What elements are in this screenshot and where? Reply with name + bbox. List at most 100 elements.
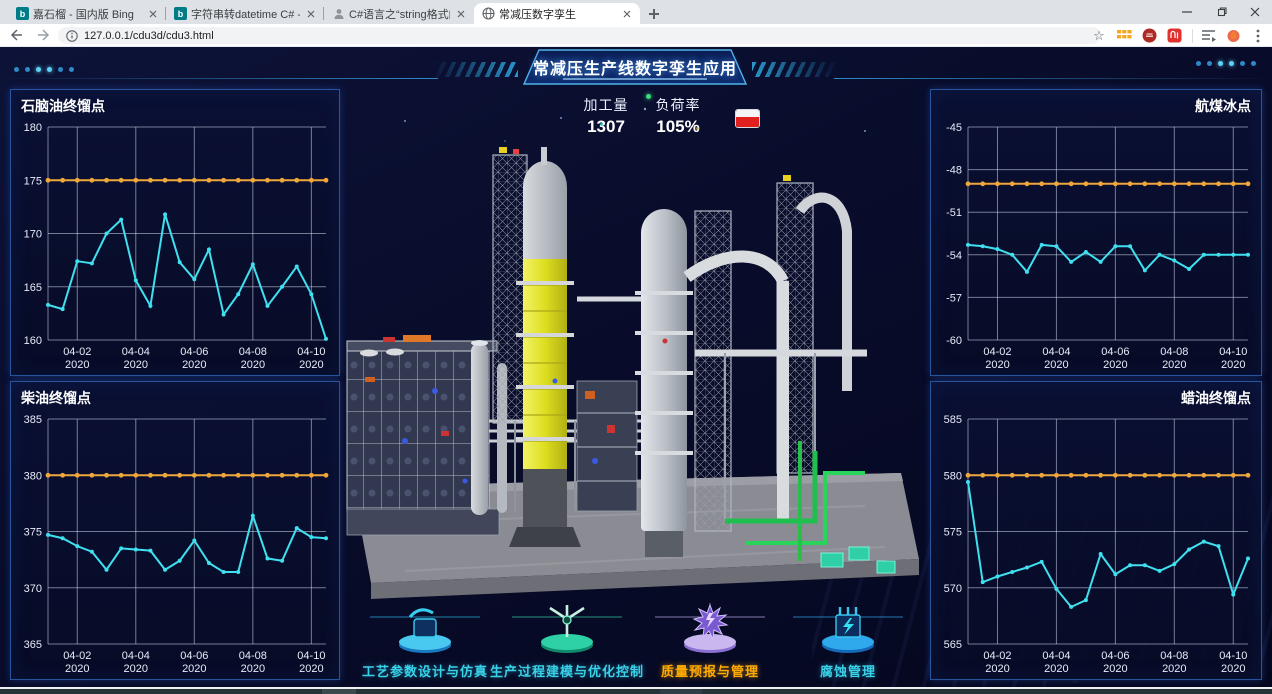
menu-kebab-icon[interactable]: [1247, 26, 1269, 46]
svg-text:-60: -60: [946, 335, 962, 347]
header-hatch-left: [432, 62, 518, 77]
extension-grid-icon[interactable]: [1113, 26, 1135, 46]
nav-item-corrosion-management[interactable]: 腐蚀管理: [738, 603, 958, 680]
svg-text:04-02: 04-02: [983, 346, 1011, 358]
csdn-favicon: [332, 7, 345, 20]
diesel-endpoint-chart[interactable]: 36537037538038504-02202004-04202004-0620…: [12, 409, 338, 678]
svg-text:-51: -51: [946, 207, 962, 219]
svg-text:2020: 2020: [124, 359, 148, 371]
svg-text:370: 370: [24, 583, 42, 595]
svg-text:2020: 2020: [1103, 663, 1127, 675]
page-title-banner: 常减压生产线数字孪生应用: [523, 49, 747, 85]
svg-text:2020: 2020: [182, 663, 206, 675]
svg-text:04-10: 04-10: [1219, 346, 1247, 358]
panel-title: 柴油终馏点: [11, 382, 339, 408]
header-line-right: [834, 78, 1272, 79]
forward-button[interactable]: [32, 25, 56, 45]
extension-red-square-icon[interactable]: [1163, 26, 1185, 46]
svg-text:2020: 2020: [1221, 663, 1245, 675]
svg-text:175: 175: [24, 175, 42, 187]
svg-text:04-08: 04-08: [1160, 650, 1188, 662]
svg-text:04-06: 04-06: [180, 346, 208, 358]
svg-text:375: 375: [24, 527, 42, 539]
tab-datetime-search[interactable]: 字符串转datetime C# - 国内版 B: [166, 3, 324, 24]
tab-close-icon[interactable]: [146, 7, 160, 21]
url-text[interactable]: 127.0.0.1/cdu3d/cdu3.html: [84, 30, 214, 42]
bing-favicon: [16, 7, 29, 20]
svg-text:385: 385: [24, 414, 42, 426]
svg-text:04-02: 04-02: [63, 650, 91, 662]
info-icon[interactable]: [66, 30, 78, 42]
svg-text:2020: 2020: [1221, 359, 1245, 371]
close-window-button[interactable]: [1238, 0, 1272, 24]
window-controls: [1170, 0, 1272, 24]
svg-text:2020: 2020: [1162, 359, 1186, 371]
svg-text:170: 170: [24, 229, 42, 241]
decor-dots-left: [14, 67, 74, 72]
svg-text:04-02: 04-02: [983, 650, 1011, 662]
svg-text:-48: -48: [946, 165, 962, 177]
bing-favicon: [174, 7, 187, 20]
toolbar-icons: ☆: [1088, 24, 1272, 47]
svg-text:-57: -57: [946, 292, 962, 304]
panel-title: 石脑油终馏点: [11, 90, 339, 116]
svg-text:2020: 2020: [182, 359, 206, 371]
svg-text:580: 580: [944, 470, 962, 482]
extension-red-circle-icon[interactable]: [1138, 26, 1160, 46]
windows-taskbar-edge[interactable]: [0, 689, 1272, 694]
tab-close-icon[interactable]: [304, 7, 318, 21]
panel-title: 航煤冰点: [931, 90, 1261, 116]
panel-diesel-endpoint: 柴油终馏点 36537037538038504-02202004-0420200…: [10, 381, 340, 680]
refinery-3d-model[interactable]: [345, 91, 925, 603]
panel-title: 蜡油终馏点: [931, 382, 1261, 408]
svg-text:04-08: 04-08: [239, 650, 267, 662]
svg-text:04-10: 04-10: [297, 346, 325, 358]
media-list-icon[interactable]: [1197, 26, 1219, 46]
svg-text:2020: 2020: [65, 359, 89, 371]
bookmark-star-icon[interactable]: ☆: [1088, 26, 1110, 46]
svg-text:04-10: 04-10: [1219, 650, 1247, 662]
svg-text:2020: 2020: [241, 663, 265, 675]
header-hatch-right: [752, 62, 838, 77]
corrosion-management-icon: [793, 603, 903, 660]
panel-naphtha-endpoint: 石脑油终馏点 16016517017518004-02202004-042020…: [10, 89, 340, 376]
address-bar[interactable]: 127.0.0.1/cdu3d/cdu3.html: [58, 27, 1101, 44]
svg-text:04-06: 04-06: [1101, 650, 1129, 662]
header-line-left: [0, 78, 438, 79]
svg-text:160: 160: [24, 335, 42, 347]
extension-flame-icon[interactable]: [1222, 26, 1244, 46]
svg-text:2020: 2020: [1044, 359, 1068, 371]
svg-text:365: 365: [24, 639, 42, 651]
svg-text:2020: 2020: [65, 663, 89, 675]
naphtha-endpoint-chart[interactable]: 16016517017518004-02202004-04202004-0620…: [12, 117, 338, 374]
svg-text:380: 380: [24, 470, 42, 482]
svg-text:04-04: 04-04: [1042, 346, 1070, 358]
browser-window: 嘉石榴 - 国内版 Bing 字符串转datetime C# - 国内版 B C…: [0, 0, 1272, 694]
tab-close-icon[interactable]: [620, 7, 634, 21]
svg-text:570: 570: [944, 583, 962, 595]
svg-text:2020: 2020: [985, 359, 1009, 371]
minimize-button[interactable]: [1170, 0, 1204, 24]
svg-text:2020: 2020: [985, 663, 1009, 675]
new-tab-button[interactable]: [642, 4, 666, 24]
tab-digital-twin-active[interactable]: 常减压数字孪生: [474, 3, 640, 24]
svg-text:04-06: 04-06: [1101, 346, 1129, 358]
svg-text:-45: -45: [946, 122, 962, 134]
svg-text:575: 575: [944, 527, 962, 539]
svg-text:04-04: 04-04: [122, 346, 150, 358]
svg-text:-54: -54: [946, 250, 962, 262]
back-button[interactable]: [4, 25, 28, 45]
svg-text:04-02: 04-02: [63, 346, 91, 358]
tab-csdn-article[interactable]: C#语言之“string格式的日期时间: [324, 3, 474, 24]
panel-waxoil-endpoint: 蜡油终馏点 56557057558058504-02202004-0420200…: [930, 381, 1262, 680]
svg-text:2020: 2020: [299, 359, 323, 371]
svg-text:165: 165: [24, 282, 42, 294]
tab-close-icon[interactable]: [454, 7, 468, 21]
maximize-button[interactable]: [1204, 0, 1238, 24]
jetfuel-freezing-chart[interactable]: -60-57-54-51-48-4504-02202004-04202004-0…: [932, 117, 1260, 374]
svg-text:2020: 2020: [1162, 663, 1186, 675]
globe-favicon: [482, 7, 495, 20]
waxoil-endpoint-chart[interactable]: 56557057558058504-02202004-04202004-0620…: [932, 409, 1260, 678]
svg-text:585: 585: [944, 414, 962, 426]
tab-bing-search[interactable]: 嘉石榴 - 国内版 Bing: [8, 3, 166, 24]
